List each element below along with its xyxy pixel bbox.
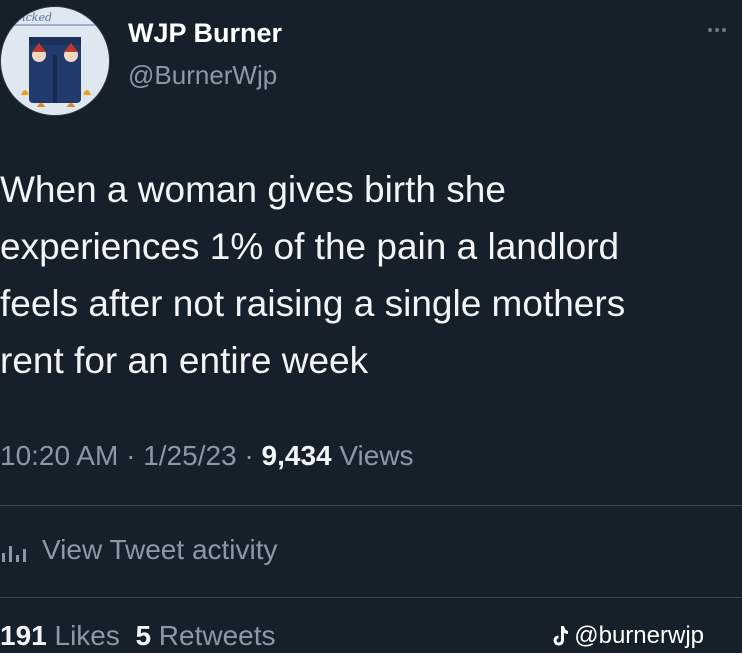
tiktok-watermark: @burnerwjp xyxy=(550,622,704,650)
views-label: Views xyxy=(339,440,414,471)
svg-text:Wicked: Wicked xyxy=(11,11,52,24)
tweet-time[interactable]: 10:20 AM xyxy=(0,440,118,471)
retweets-label: Retweets xyxy=(158,620,276,651)
retweets-link[interactable]: 5 Retweets xyxy=(135,620,275,651)
tweet-metadata: 10:20 AM · 1/25/23 · 9,434 Views xyxy=(0,440,414,472)
tweet-text-line: experiences 1% of the pain a landlord xyxy=(0,226,620,267)
tiktok-icon xyxy=(553,626,569,646)
avatar-image: Wicked xyxy=(1,7,109,115)
likes-count: 191 xyxy=(0,620,47,651)
tweet-date[interactable]: 1/25/23 xyxy=(143,440,236,471)
views-count: 9,434 xyxy=(261,440,332,471)
separator: · xyxy=(244,440,254,471)
divider xyxy=(0,505,742,506)
handle[interactable]: @BurnerWjp xyxy=(128,60,277,91)
tweet-text-line: When a woman gives birth she xyxy=(0,169,506,210)
likes-link[interactable]: 191 Likes xyxy=(0,620,120,651)
avatar[interactable]: Wicked xyxy=(0,6,110,116)
display-name[interactable]: WJP Burner xyxy=(128,18,282,49)
watermark-handle: @burnerwjp xyxy=(574,622,704,649)
divider xyxy=(0,597,742,598)
engagement-stats: 191 Likes 5 Retweets xyxy=(0,620,276,652)
view-tweet-activity-button[interactable]: View Tweet activity xyxy=(0,530,278,570)
bar-chart-icon xyxy=(2,546,26,562)
tweet-text-line: rent for an entire week xyxy=(0,340,369,381)
retweets-count: 5 xyxy=(135,620,152,651)
tweet-text-line: feels after not raising a single mothers xyxy=(0,283,626,324)
likes-label: Likes xyxy=(54,620,120,651)
separator: · xyxy=(126,440,136,471)
tweet-text: When a woman gives birth she experiences… xyxy=(0,161,742,389)
more-options-icon[interactable] xyxy=(702,20,732,40)
view-tweet-activity-label: View Tweet activity xyxy=(42,534,278,565)
